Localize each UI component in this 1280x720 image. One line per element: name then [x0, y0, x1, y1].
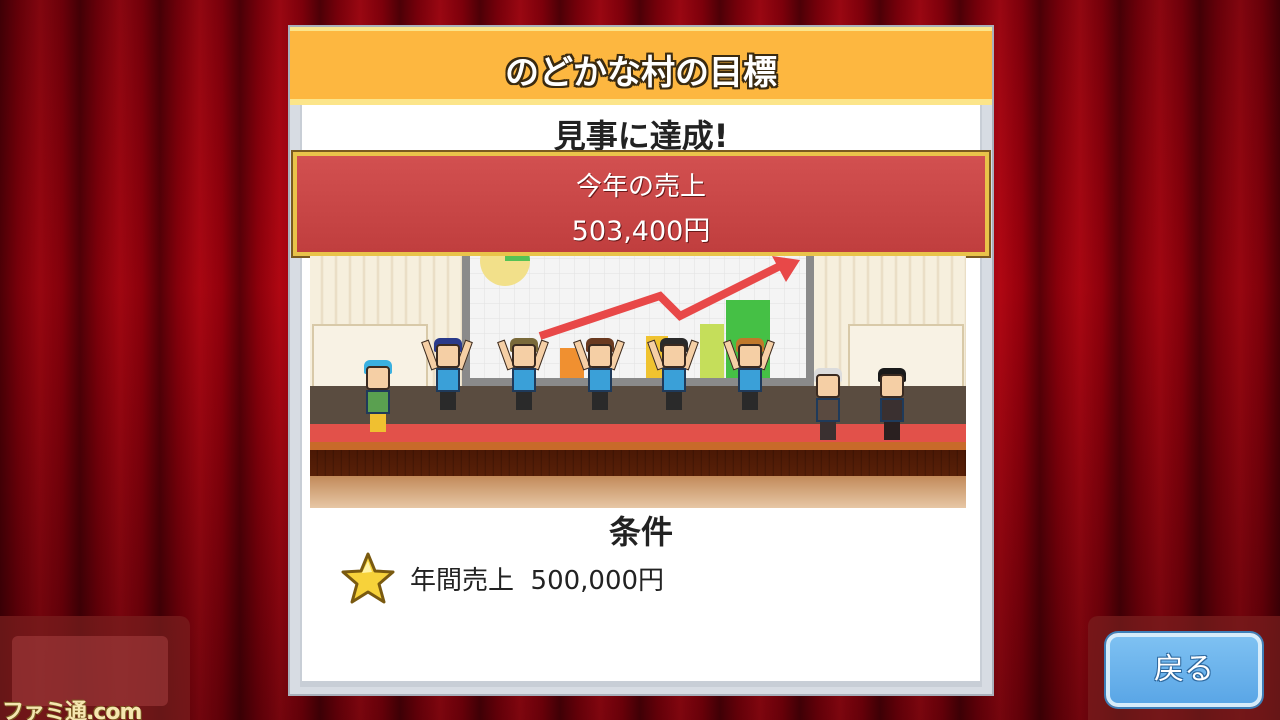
goal-dialog: のどかな村の目標 見事に達成! 今年の売上 503,400円 条件 年間売上 5… [288, 25, 994, 696]
stage-edge [310, 442, 966, 450]
dialog-title-bar: のどかな村の目標 [290, 27, 992, 105]
legs [742, 392, 758, 410]
body [588, 368, 612, 392]
head [816, 374, 840, 398]
body [880, 398, 904, 422]
head [366, 366, 390, 390]
head [662, 344, 686, 368]
dialog-title: のどかな村の目標 [505, 53, 777, 93]
condition-item: 年間売上 500,000円 [410, 566, 665, 596]
sales-value: 503,400円 [571, 216, 711, 247]
body [436, 368, 460, 392]
conditions-title: 条件 [608, 513, 673, 551]
head [738, 344, 762, 368]
head [588, 344, 612, 368]
staff-character [573, 334, 625, 412]
stage-floor [310, 424, 966, 442]
staff-character [723, 334, 775, 412]
legs [370, 414, 386, 432]
body [366, 390, 390, 414]
achievement-status: 見事に達成! [553, 117, 729, 155]
man-character [874, 364, 908, 442]
legs [592, 392, 608, 410]
watermark: ファミ通.com [2, 700, 142, 720]
presenter-character [360, 356, 394, 434]
sales-box: 今年の売上 503,400円 [293, 152, 989, 256]
body [738, 368, 762, 392]
star-icon [341, 552, 395, 604]
stage-bottom [310, 476, 966, 508]
stage-backdrop [310, 386, 966, 426]
head [880, 374, 904, 398]
body [662, 368, 686, 392]
legs [820, 422, 836, 440]
legs [516, 392, 532, 410]
body [512, 368, 536, 392]
celebration-scene [310, 256, 966, 508]
staff-character [497, 334, 549, 412]
body [816, 398, 840, 422]
elder-character [810, 364, 844, 442]
sales-label: 今年の売上 [575, 172, 706, 202]
staff-character [421, 334, 473, 412]
back-button[interactable]: 戻る [1106, 633, 1262, 707]
legs [440, 392, 456, 410]
staff-character [647, 334, 699, 412]
legs [884, 422, 900, 440]
legs [666, 392, 682, 410]
head [512, 344, 536, 368]
head [436, 344, 460, 368]
